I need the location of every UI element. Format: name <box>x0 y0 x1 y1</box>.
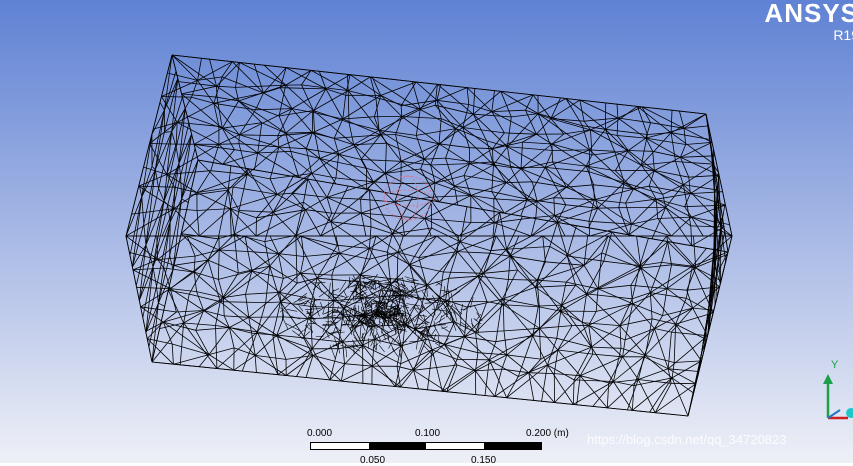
brand-release: R19 <box>764 28 853 42</box>
axis-triad[interactable]: Y <box>800 352 853 432</box>
triad-y-label: Y <box>831 359 839 371</box>
scale-label-0: 0.000 <box>307 428 332 439</box>
scale-bar-blocks <box>310 442 542 450</box>
scale-label-4: 0.150 <box>471 455 496 466</box>
watermark-text: https://blog.csdn.net/qq_34720823 <box>587 432 787 447</box>
scale-bar: 0.000 0.100 0.200 (m) 0.050 0.150 <box>300 424 600 463</box>
scale-label-3: 0.050 <box>360 455 385 466</box>
wireframe-mesh <box>0 0 853 463</box>
brand-name: ANSYS <box>764 0 853 28</box>
scale-label-2: 0.200 (m) <box>526 428 569 439</box>
y-arrow-icon <box>823 374 833 384</box>
triad-z-ball-icon <box>846 408 853 418</box>
scale-label-1: 0.100 <box>415 428 440 439</box>
ansys-logo: ANSYS R19 <box>764 0 853 42</box>
graphics-viewport[interactable]: ANSYS R19 0.000 0.100 0.200 (m) 0.050 0.… <box>0 0 853 463</box>
